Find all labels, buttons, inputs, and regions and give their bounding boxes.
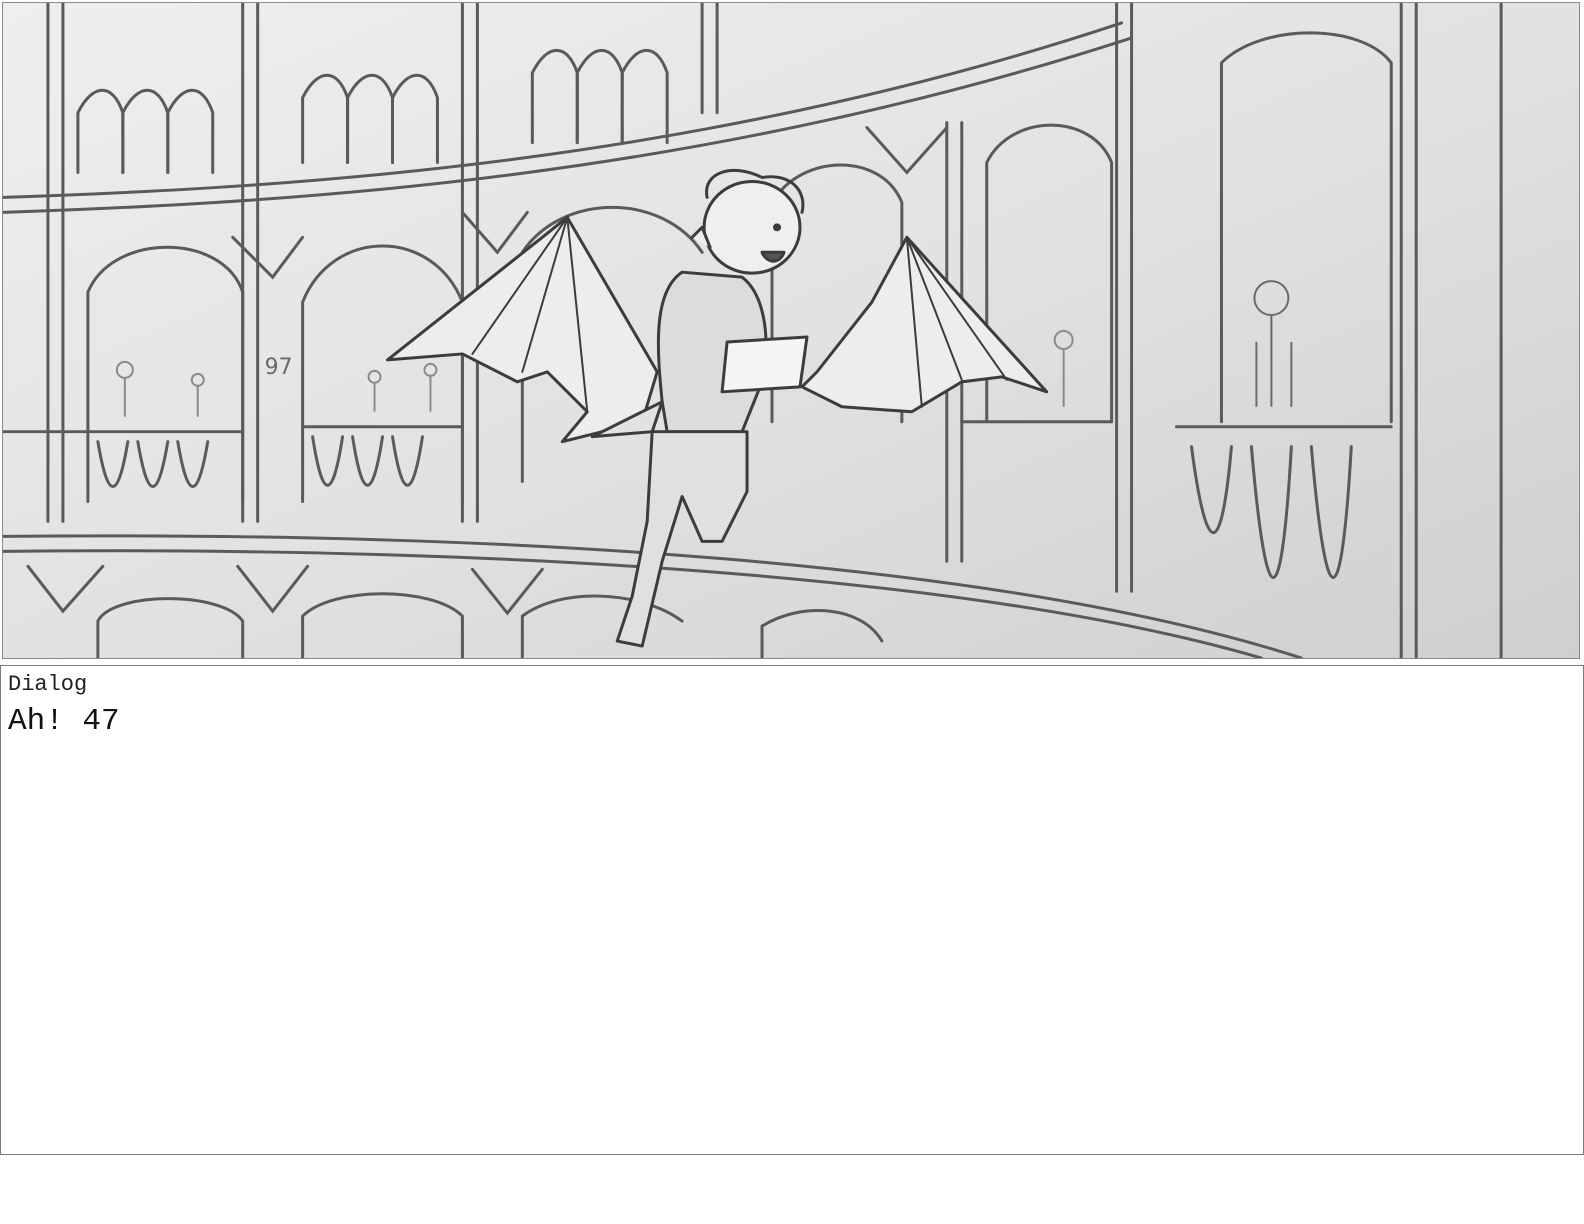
- dialog-text: Ah! 47: [8, 704, 120, 739]
- letter: [720, 335, 809, 394]
- dialog-label: Dialog: [8, 672, 88, 697]
- storyboard-panel: 97: [2, 2, 1580, 659]
- head: [702, 179, 802, 275]
- panel-background: [3, 3, 1579, 658]
- scene-number: 97: [265, 355, 293, 380]
- dialog-box: Dialog Ah! 47: [0, 665, 1584, 1155]
- storyboard-sketch: 97: [3, 3, 1579, 658]
